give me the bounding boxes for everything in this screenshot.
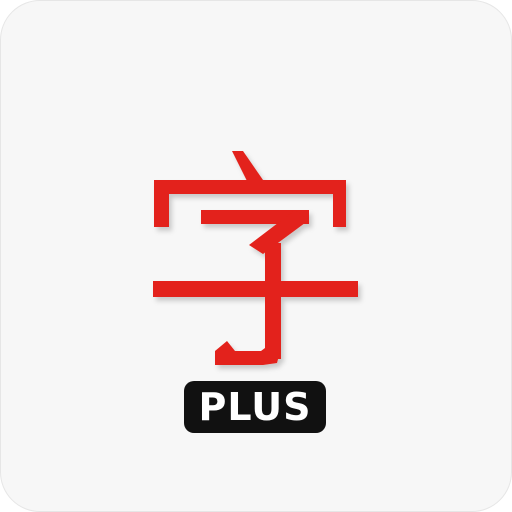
zi-character-glyph (153, 151, 359, 369)
app-icon: PLUS (0, 0, 512, 512)
plus-badge: PLUS (184, 381, 326, 433)
plus-badge-label: PLUS (198, 385, 312, 429)
